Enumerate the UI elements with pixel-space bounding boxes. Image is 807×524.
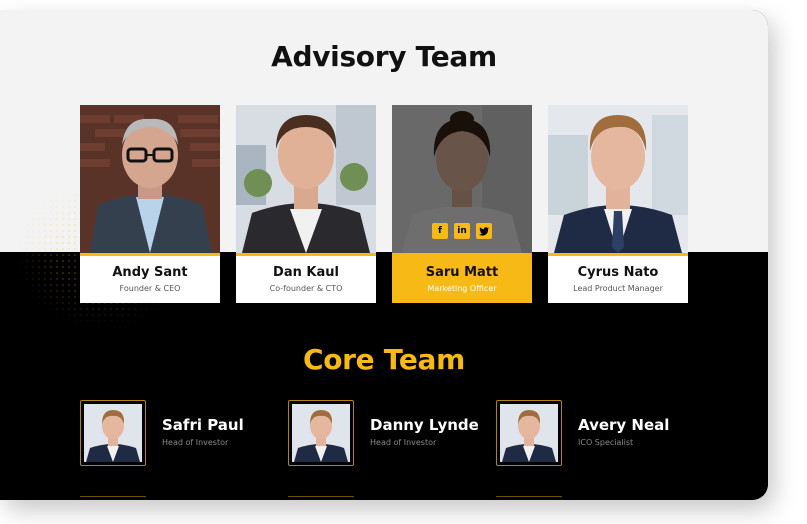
core-name: Avery Neal <box>578 416 670 434</box>
core-member-avery[interactable]: Avery Neal ICO Specialist <box>496 400 696 468</box>
advisory-photo <box>80 105 220 253</box>
advisory-name: Saru Matt <box>425 265 499 280</box>
core-role: Head of Investor <box>162 438 229 447</box>
team-section: Advisory Team Andy Sant Founder & CEO Da… <box>0 10 768 500</box>
core-member-danny[interactable]: Danny Lynde Head of Investor <box>288 400 488 468</box>
linkedin-icon[interactable]: in <box>454 223 470 239</box>
advisory-nameplate: Cyrus Nato Lead Product Manager <box>548 253 688 303</box>
core-member-safri[interactable]: Safri Paul Head of Investor <box>80 400 280 468</box>
advisory-name: Andy Sant <box>112 265 188 280</box>
social-links: f in <box>432 223 492 239</box>
advisory-card-saru[interactable]: f in Saru Matt Marketing Officer <box>392 105 532 303</box>
advisory-role: Lead Product Manager <box>573 284 663 293</box>
advisory-nameplate-active: Saru Matt Marketing Officer <box>392 253 532 303</box>
advisory-photo: f in <box>392 105 532 253</box>
core-name: Safri Paul <box>162 416 244 434</box>
facebook-icon[interactable]: f <box>432 223 448 239</box>
core-next-row-hint <box>496 496 562 500</box>
core-avatar <box>288 400 354 466</box>
advisory-role: Marketing Officer <box>427 284 497 293</box>
core-avatar <box>496 400 562 466</box>
advisory-photo <box>236 105 376 253</box>
advisory-nameplate: Andy Sant Founder & CEO <box>80 253 220 303</box>
advisory-team-title: Advisory Team <box>271 40 497 73</box>
core-name: Danny Lynde <box>370 416 479 434</box>
core-role: Head of Investor <box>370 438 437 447</box>
twitter-icon[interactable] <box>476 223 492 239</box>
core-next-row-hint <box>288 496 354 500</box>
advisory-role: Co-founder & CTO <box>269 284 343 293</box>
advisory-photo <box>548 105 688 253</box>
advisory-card-dan[interactable]: Dan Kaul Co-founder & CTO <box>236 105 376 303</box>
core-avatar <box>80 400 146 466</box>
core-role: ICO Specialist <box>578 438 634 447</box>
advisory-name: Dan Kaul <box>273 265 339 280</box>
advisory-name: Cyrus Nato <box>577 265 659 280</box>
advisory-card-cyrus[interactable]: Cyrus Nato Lead Product Manager <box>548 105 688 303</box>
advisory-card-andy[interactable]: Andy Sant Founder & CEO <box>80 105 220 303</box>
advisory-nameplate: Dan Kaul Co-founder & CTO <box>236 253 376 303</box>
core-next-row-hint <box>80 496 146 500</box>
advisory-role: Founder & CEO <box>119 284 181 293</box>
core-team-title: Core Team <box>302 343 466 376</box>
